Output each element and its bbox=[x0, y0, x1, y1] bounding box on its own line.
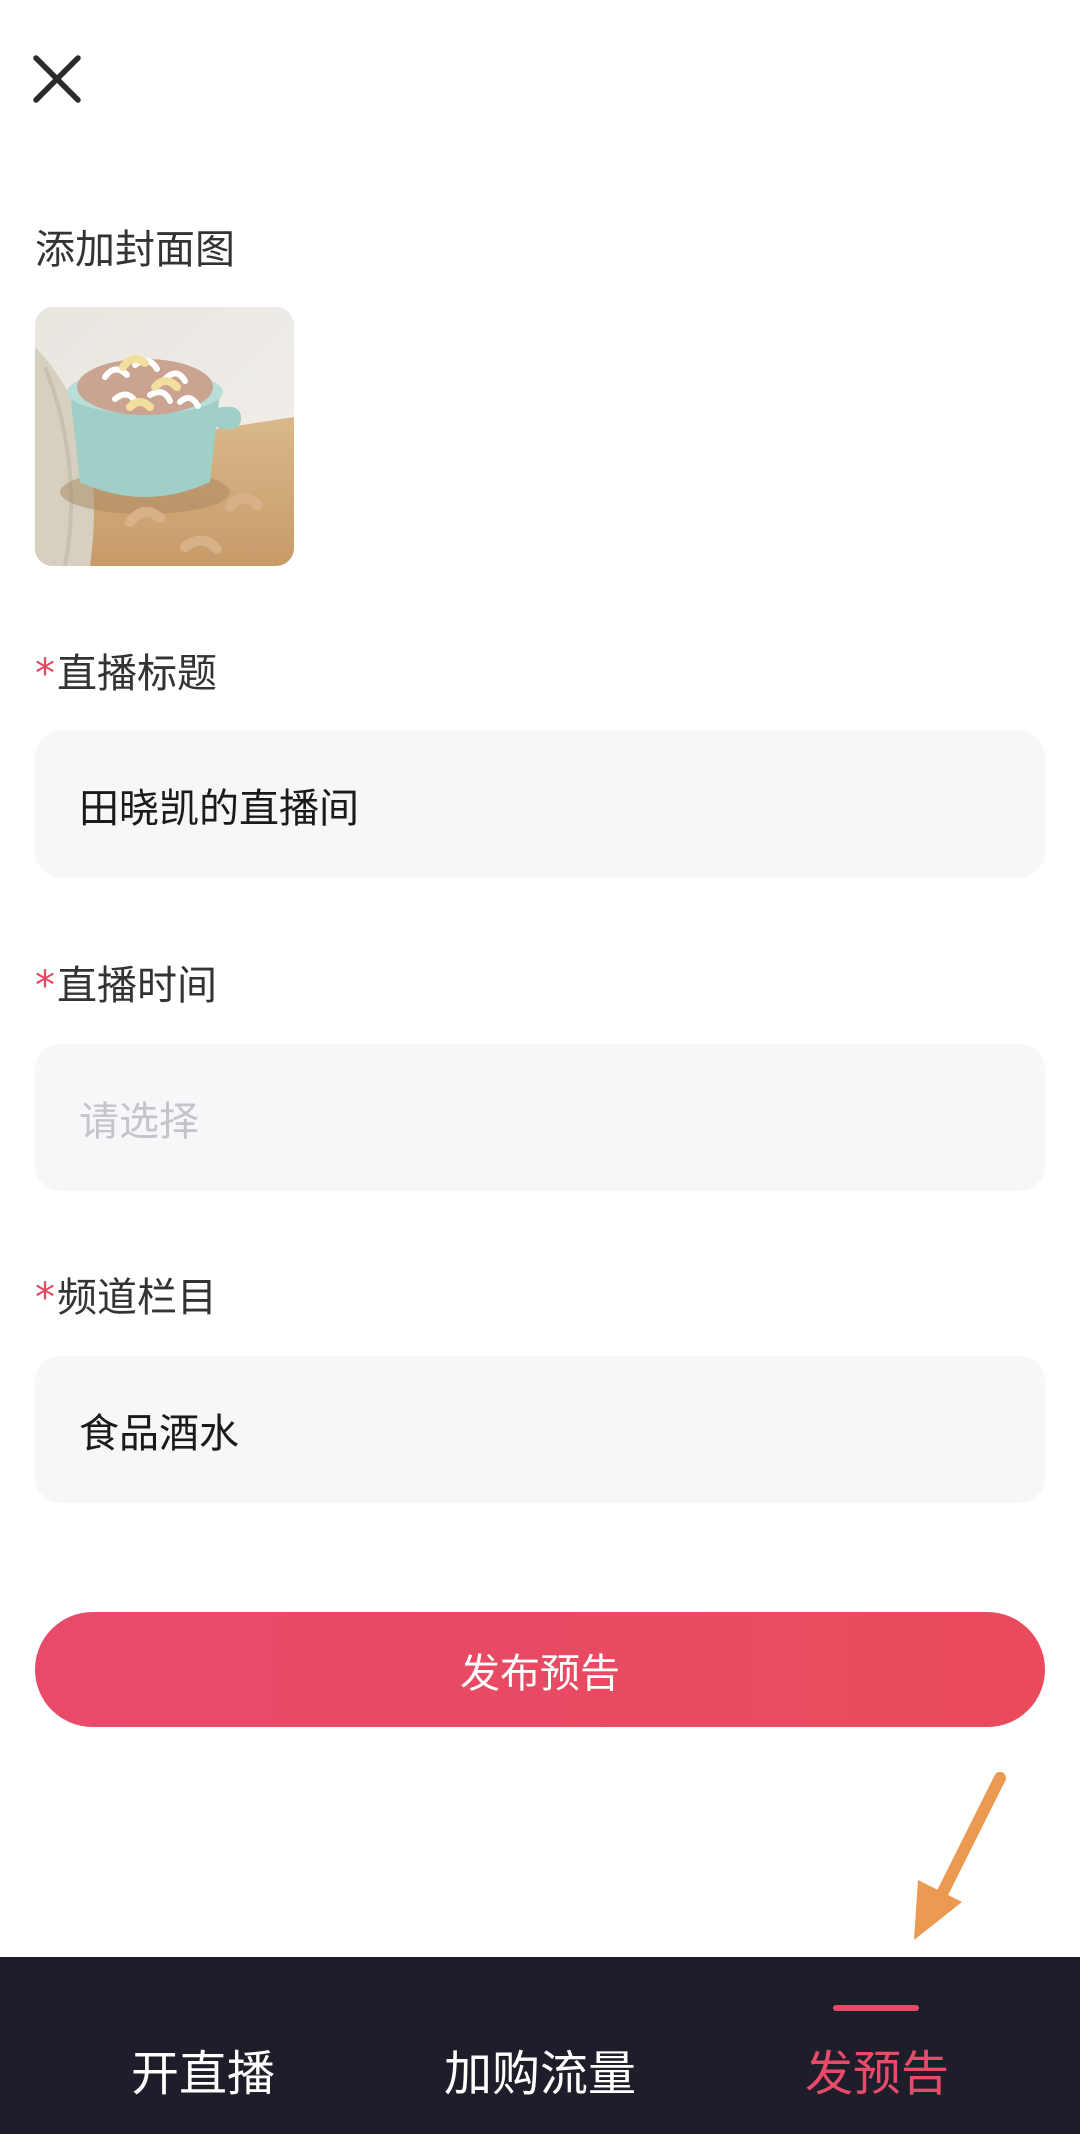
live-title-value: 田晓凯的直播间 bbox=[79, 785, 359, 832]
live-time-placeholder: 请选择 bbox=[79, 1098, 199, 1145]
cashew-bowl-image bbox=[35, 307, 294, 566]
live-title-label: *直播标题 bbox=[35, 651, 217, 697]
close-button[interactable] bbox=[30, 52, 84, 106]
channel-label: *频道栏目 bbox=[35, 1275, 217, 1321]
close-icon bbox=[33, 55, 81, 103]
channel-value: 食品酒水 bbox=[79, 1410, 239, 1457]
tab-cart-traffic[interactable]: 加购流量 bbox=[444, 2034, 636, 2104]
required-mark: * bbox=[35, 1275, 55, 1321]
annotation-arrow-icon bbox=[914, 1772, 1006, 1940]
publish-preview-label: 发布预告 bbox=[460, 1650, 620, 1697]
publish-preview-button[interactable]: 发布预告 bbox=[35, 1612, 1045, 1727]
live-time-label: *直播时间 bbox=[35, 963, 217, 1009]
cover-label: 添加封面图 bbox=[35, 227, 235, 273]
channel-select[interactable]: 食品酒水 bbox=[35, 1356, 1045, 1503]
live-time-select[interactable]: 请选择 bbox=[35, 1044, 1045, 1191]
cover-image[interactable] bbox=[35, 307, 294, 566]
live-title-input[interactable]: 田晓凯的直播间 bbox=[35, 731, 1045, 878]
required-mark: * bbox=[35, 963, 55, 1009]
active-tab-indicator bbox=[833, 2005, 919, 2011]
required-mark: * bbox=[35, 651, 55, 697]
tab-publish-preview[interactable]: 发预告 bbox=[805, 2034, 949, 2104]
tab-start-live[interactable]: 开直播 bbox=[131, 2034, 275, 2104]
